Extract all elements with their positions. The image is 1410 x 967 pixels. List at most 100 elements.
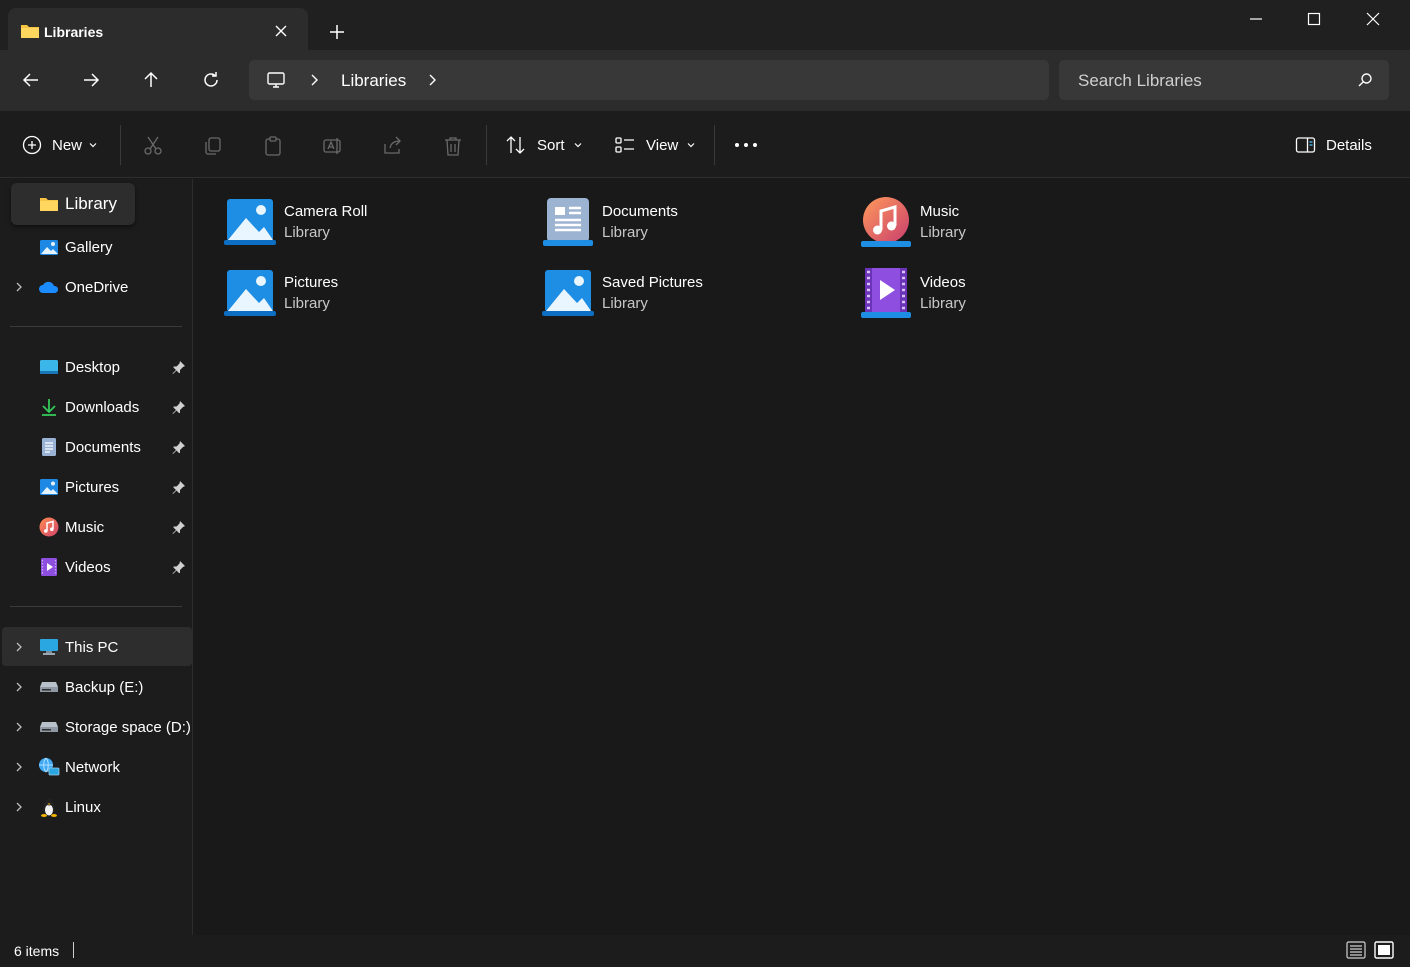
sidebar-item-linux[interactable]: Linux xyxy=(0,787,192,827)
close-window-button[interactable] xyxy=(1344,0,1402,38)
details-view-icon[interactable] xyxy=(1346,941,1366,959)
chevron-right-icon[interactable] xyxy=(426,73,438,87)
new-button[interactable]: New xyxy=(22,125,98,165)
breadcrumb-libraries[interactable]: Libraries xyxy=(341,71,406,91)
pin-icon[interactable] xyxy=(172,400,186,414)
sidebar-item-label: Downloads xyxy=(65,398,140,416)
library-item-documents[interactable]: Documents Library xyxy=(540,190,840,254)
chevron-down-icon xyxy=(686,140,696,150)
plus-circle-icon xyxy=(22,135,42,155)
sidebar-item-label: Videos xyxy=(65,558,111,576)
search-placeholder: Search Libraries xyxy=(1078,71,1202,90)
sidebar-item-label: Documents xyxy=(65,438,141,456)
sidebar-item-this-pc[interactable]: This PC xyxy=(0,627,192,667)
details-label: Details xyxy=(1326,136,1372,154)
chevron-right-icon[interactable] xyxy=(0,801,38,813)
more-options-icon[interactable] xyxy=(734,141,758,149)
copy-icon[interactable] xyxy=(202,135,224,157)
sidebar-divider xyxy=(10,326,182,327)
pin-icon[interactable] xyxy=(172,360,186,374)
video-library-icon xyxy=(858,265,914,321)
network-icon xyxy=(38,756,60,778)
sidebar-item-storage-drive[interactable]: Storage space (D:) xyxy=(0,707,192,747)
sort-button[interactable]: Sort xyxy=(505,125,583,165)
library-name: Videos xyxy=(920,274,966,291)
pin-icon[interactable] xyxy=(172,440,186,454)
sidebar-item-pictures[interactable]: Pictures xyxy=(0,467,192,507)
sidebar-item-label: OneDrive xyxy=(65,278,129,296)
pin-icon[interactable] xyxy=(172,520,186,534)
chevron-right-icon[interactable] xyxy=(0,761,38,773)
new-tab-icon[interactable] xyxy=(328,23,346,41)
pin-icon[interactable] xyxy=(172,560,186,574)
sidebar-item-network[interactable]: Network xyxy=(0,747,192,787)
rename-icon[interactable] xyxy=(322,135,344,157)
folder-icon xyxy=(38,193,60,215)
chevron-right-icon[interactable] xyxy=(0,641,38,653)
sidebar-item-desktop[interactable]: Desktop xyxy=(0,347,192,387)
refresh-button[interactable] xyxy=(191,60,231,100)
monitor-icon[interactable] xyxy=(266,70,286,90)
view-button[interactable]: View xyxy=(614,125,696,165)
sidebar-item-library[interactable]: Library xyxy=(0,184,192,224)
maximize-button[interactable] xyxy=(1285,0,1343,38)
toolbar-divider xyxy=(486,125,487,165)
library-type: Library xyxy=(602,224,648,241)
sidebar-item-documents[interactable]: Documents xyxy=(0,427,192,467)
status-bar xyxy=(0,935,1410,967)
minimize-button[interactable] xyxy=(1227,0,1285,38)
monitor-icon xyxy=(38,636,60,658)
delete-icon[interactable] xyxy=(442,135,464,157)
library-item-saved-pictures[interactable]: Saved Pictures Library xyxy=(540,261,840,325)
sidebar-item-videos[interactable]: Videos xyxy=(0,547,192,587)
folder-icon xyxy=(20,22,40,40)
document-library-icon xyxy=(540,194,596,250)
library-item-pictures[interactable]: Pictures Library xyxy=(222,261,522,325)
video-icon xyxy=(38,556,60,578)
sort-icon xyxy=(505,135,527,155)
details-pane-icon xyxy=(1295,136,1316,154)
library-name: Music xyxy=(920,203,960,220)
sidebar-item-onedrive[interactable]: OneDrive xyxy=(0,267,192,307)
close-tab-icon[interactable] xyxy=(273,23,289,39)
details-button[interactable]: Details xyxy=(1295,125,1372,165)
linux-icon xyxy=(38,796,60,818)
sidebar-item-label: Desktop xyxy=(65,358,121,376)
picture-library-icon xyxy=(222,194,278,250)
sidebar-item-backup-drive[interactable]: Backup (E:) xyxy=(0,667,192,707)
chevron-right-icon[interactable] xyxy=(0,681,38,693)
share-icon[interactable] xyxy=(382,135,404,157)
chevron-right-icon[interactable] xyxy=(308,73,320,87)
sidebar-item-music[interactable]: Music xyxy=(0,507,192,547)
sidebar-item-label: Gallery xyxy=(65,238,113,256)
sidebar-item-label: This PC xyxy=(65,638,119,656)
toolbar-divider xyxy=(120,125,121,165)
up-button[interactable] xyxy=(131,60,171,100)
sidebar-item-label: Backup (E:) xyxy=(65,678,144,696)
library-item-music[interactable]: Music Library xyxy=(858,190,1158,254)
library-name: Pictures xyxy=(284,274,339,291)
view-label: View xyxy=(646,136,679,154)
chevron-right-icon[interactable] xyxy=(0,281,38,293)
large-icons-view-icon[interactable] xyxy=(1374,941,1394,959)
paste-icon[interactable] xyxy=(262,135,284,157)
library-type: Library xyxy=(284,224,330,241)
library-item-videos[interactable]: Videos Library xyxy=(858,261,1158,325)
cut-icon[interactable] xyxy=(142,135,164,157)
picture-icon xyxy=(38,476,60,498)
sidebar-item-gallery[interactable]: Gallery xyxy=(0,227,192,267)
sidebar-item-downloads[interactable]: Downloads xyxy=(0,387,192,427)
library-name: Camera Roll xyxy=(284,203,368,220)
forward-button[interactable] xyxy=(71,60,111,100)
toolbar-divider xyxy=(714,125,715,165)
status-divider xyxy=(73,942,74,958)
drive-icon xyxy=(38,716,60,738)
back-button[interactable] xyxy=(11,60,51,100)
library-type: Library xyxy=(284,295,330,312)
library-item-camera-roll[interactable]: Camera Roll Library xyxy=(222,190,522,254)
chevron-right-icon[interactable] xyxy=(0,721,38,733)
new-label: New xyxy=(52,136,83,154)
search-icon[interactable] xyxy=(1357,72,1373,88)
music-icon xyxy=(38,516,60,538)
pin-icon[interactable] xyxy=(172,480,186,494)
